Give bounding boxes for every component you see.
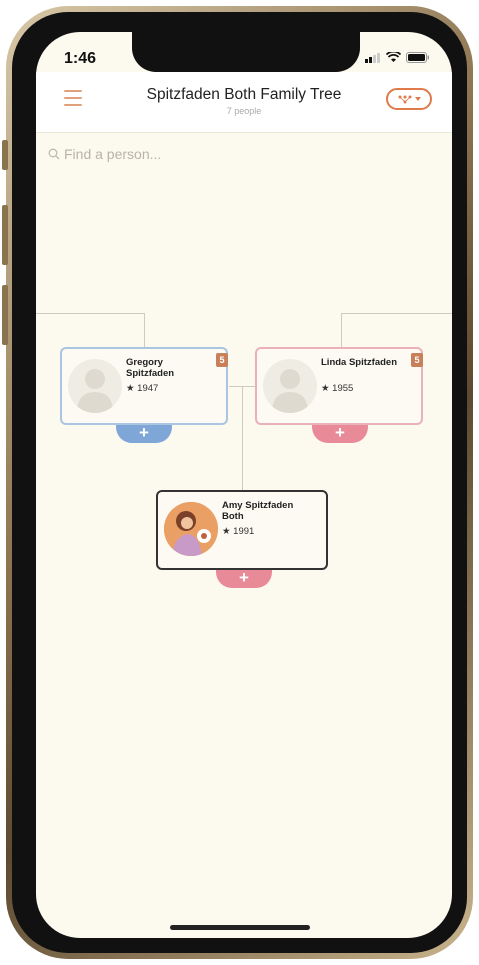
person-card[interactable]: Linda Spitzfaden ★ 1955 5 [255,347,423,425]
app-header: Spitzfaden Both Family Tree 7 people [36,72,452,133]
birth-year: ★ 1947 [126,383,159,394]
add-child-button[interactable]: + [216,569,272,588]
person-name: Linda Spitzfaden [321,357,397,368]
mute-switch [2,140,8,170]
person-placeholder-icon [77,369,113,413]
avatar-photo [164,502,218,556]
leaf-hint-badge[interactable]: 5 [216,353,228,367]
person-name: Amy Spitzfaden Both [222,500,294,522]
connector-line [341,313,342,347]
volume-down-button [2,285,8,345]
chevron-down-icon [414,97,421,101]
person-card-selected[interactable]: Amy Spitzfaden Both ★ 1991 [156,490,328,570]
search-bar[interactable]: Find a person... [48,146,161,162]
add-parent-button[interactable]: + [116,424,172,443]
app-screen: 1:46 Spitzfaden Both Family Tree 7 peopl… [36,32,452,938]
volume-up-button [2,205,8,265]
person-card[interactable]: Gregory Spitzfaden ★ 1947 5 [60,347,228,425]
wifi-icon [386,52,401,62]
status-time: 1:46 [64,50,97,67]
home-indicator[interactable] [170,925,310,930]
birth-year: ★ 1955 [321,383,354,394]
birth-year: ★ 1991 [222,526,255,537]
notch [132,32,360,72]
search-input[interactable]: Find a person... [64,146,161,162]
connector-line [341,313,452,314]
tree-view-toggle[interactable] [386,88,432,110]
leaf-hint-badge[interactable]: 5 [411,353,423,367]
connector-line [144,313,145,347]
signal-icon [365,53,380,63]
avatar [263,359,317,413]
person-placeholder-icon [272,369,308,413]
add-parent-button[interactable]: + [312,424,368,443]
connector-line [242,386,243,490]
avatar [68,359,122,413]
person-name: Gregory Spitzfaden [126,357,175,379]
connector-line [36,313,144,314]
status-icons [365,52,430,63]
profile-photo [164,502,218,556]
tree-nodes-icon [398,95,411,103]
search-icon [48,148,60,160]
battery-icon [406,52,429,63]
